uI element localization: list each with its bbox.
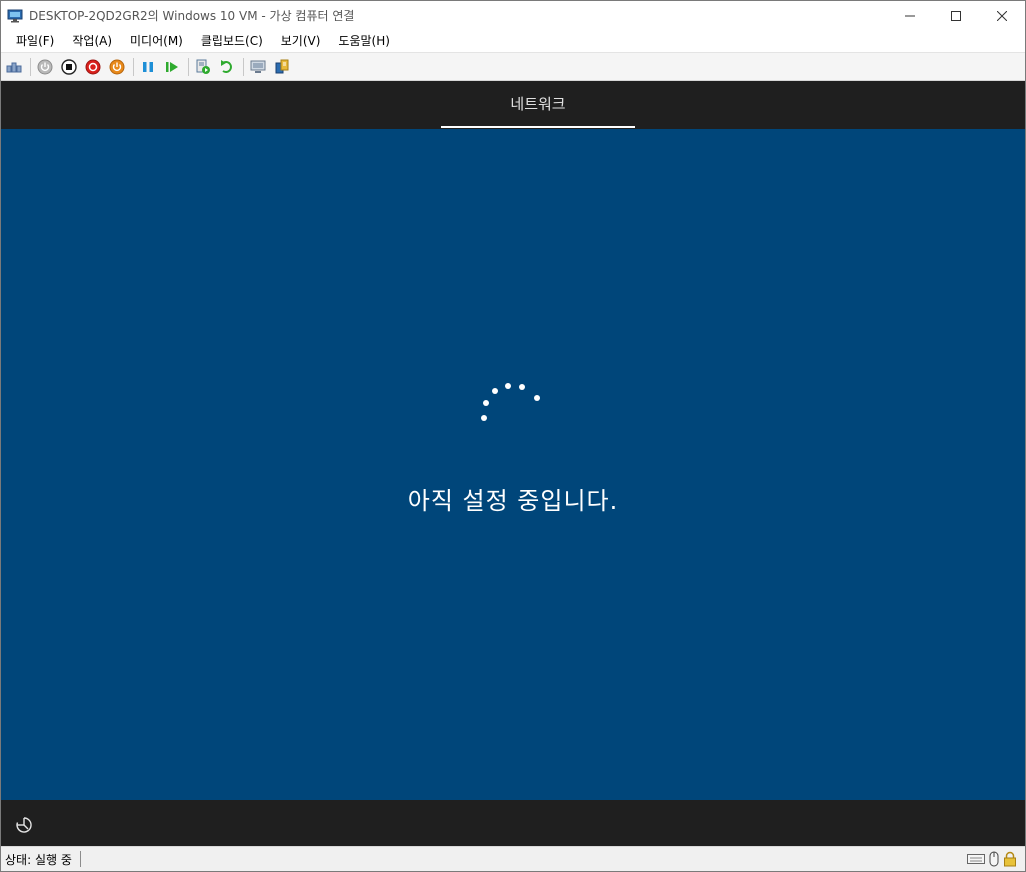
vm-status-text: 상태: 실행 중 [5, 852, 72, 867]
vm-connection-app-icon [7, 9, 23, 22]
keyboard-icon [967, 853, 985, 865]
revert-icon [221, 59, 232, 73]
toolbar-separator [243, 57, 244, 76]
enhanced-session-icon [250, 60, 266, 73]
setup-status-message: 아직 설정 중입니다. [407, 487, 619, 515]
lock-icon [1003, 851, 1017, 867]
reset-button[interactable] [161, 56, 183, 78]
close-button[interactable] [979, 1, 1025, 30]
oobe-header: 네트워크 [1, 81, 1025, 129]
vm-connection-window: DESKTOP-2QD2GR2의 Windows 10 VM - 가상 컴퓨터 … [0, 0, 1026, 872]
enhanced-session-button[interactable] [247, 56, 269, 78]
checkpoint-button[interactable] [192, 56, 214, 78]
revert-button[interactable] [216, 56, 238, 78]
oobe-footer [1, 800, 1025, 848]
window-title: DESKTOP-2QD2GR2의 Windows 10 VM - 가상 컴퓨터 … [29, 9, 355, 23]
vm-screen[interactable]: 네트워크 아직 설정 중입니다. [1, 81, 1025, 848]
save-icon [109, 59, 125, 74]
spinner-dot [483, 400, 489, 406]
close-icon [997, 10, 1007, 21]
maximize-button[interactable] [933, 1, 979, 30]
ctrl-alt-del-icon [6, 62, 22, 72]
minimize-icon [905, 15, 915, 16]
menu-bar: 파일(F) 작업(A) 미디어(M) 클립보드(C) 보기(V) 도움말(H) [1, 30, 1025, 52]
reset-icon [166, 61, 178, 72]
turn-off-button[interactable] [58, 56, 80, 78]
menu-file[interactable]: 파일(F) [7, 30, 63, 52]
share-icon [275, 59, 289, 73]
spinner-dot [505, 383, 511, 389]
title-bar: DESKTOP-2QD2GR2의 Windows 10 VM - 가상 컴퓨터 … [1, 1, 1025, 30]
share-button[interactable] [271, 56, 293, 78]
shutdown-icon [85, 59, 101, 74]
ctrl-alt-del-button[interactable] [3, 56, 25, 78]
toolbar-separator [188, 57, 189, 76]
window-controls [887, 1, 1025, 30]
spinner-dot [519, 384, 525, 390]
menu-media[interactable]: 미디어(M) [121, 30, 192, 52]
mouse-icon [989, 851, 999, 867]
spinner-dot [534, 395, 540, 401]
status-separator [79, 851, 81, 867]
turn-off-icon [61, 58, 77, 75]
menu-action[interactable]: 작업(A) [63, 30, 121, 52]
toolbar-separator [133, 57, 134, 76]
spinner-dot [492, 388, 498, 394]
pause-icon [143, 61, 153, 72]
save-button[interactable] [106, 56, 128, 78]
start-button[interactable] [34, 56, 56, 78]
menu-view[interactable]: 보기(V) [272, 30, 330, 52]
checkpoint-icon [196, 59, 210, 74]
maximize-icon [951, 10, 961, 21]
toolbar [1, 52, 1025, 81]
minimize-button[interactable] [887, 1, 933, 30]
shutdown-button[interactable] [82, 56, 104, 78]
status-bar: 상태: 실행 중 [1, 846, 1025, 871]
menu-help[interactable]: 도움말(H) [329, 30, 399, 52]
start-icon [37, 59, 53, 74]
pause-button[interactable] [137, 56, 159, 78]
status-icons [963, 851, 1017, 867]
tab-network-underline [441, 126, 635, 128]
menu-clipboard[interactable]: 클립보드(C) [192, 30, 272, 52]
tab-network: 네트워크 [510, 95, 566, 113]
ease-of-access-icon[interactable] [14, 815, 34, 835]
spinner-dot [481, 415, 487, 421]
toolbar-separator [30, 57, 31, 76]
